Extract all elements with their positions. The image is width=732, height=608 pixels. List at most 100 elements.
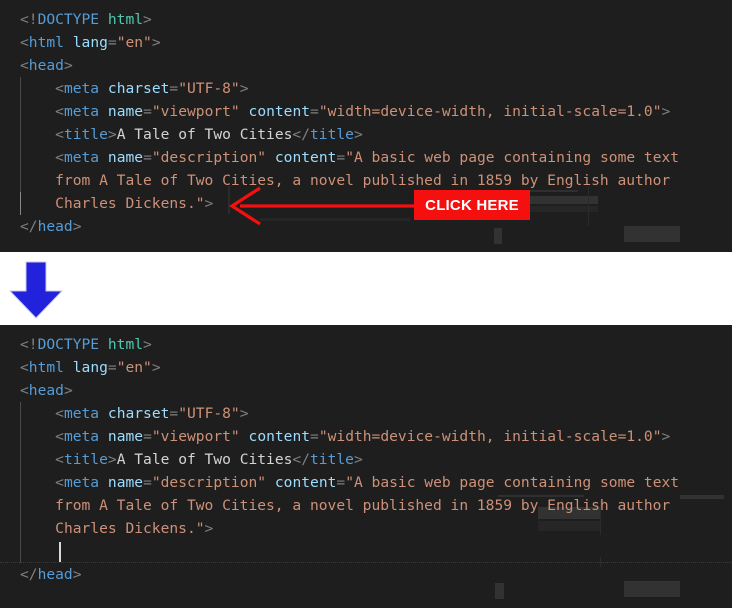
code-token: Charles Dickens." (55, 195, 205, 212)
code-token: name (107, 149, 144, 166)
code-token: meta (63, 80, 100, 97)
code-token: head (37, 218, 73, 235)
code-token: < (55, 149, 64, 166)
code-token: A Tale of Two Cities (116, 451, 293, 468)
code-token: html (107, 336, 144, 353)
code-token: "description" (151, 149, 267, 166)
code-token: </ (292, 451, 310, 468)
code-token: < (20, 359, 29, 376)
code-token: "width=device-width, initial-scale=1.0" (318, 428, 662, 445)
code-line[interactable]: <head> (0, 54, 732, 77)
code-token: = (169, 80, 179, 97)
code-token: > (151, 359, 161, 376)
code-token: "A basic web page containing some text (345, 474, 680, 491)
code-token: < (55, 405, 64, 422)
code-token: meta (63, 103, 100, 120)
code-token: meta (63, 474, 100, 491)
code-token: lang (72, 34, 108, 51)
code-line[interactable] (0, 540, 732, 563)
code-token: < (55, 428, 64, 445)
code-token: </ (20, 218, 38, 235)
code-line[interactable]: <meta name="description" content="A basi… (0, 471, 732, 494)
code-line[interactable]: Charles Dickens."> (0, 517, 732, 540)
code-line[interactable]: <meta charset="UTF-8"> (0, 402, 732, 425)
code-line[interactable]: <head> (0, 379, 732, 402)
code-token: title (310, 126, 354, 143)
code-token: > (107, 451, 117, 468)
click-here-badge[interactable]: CLICK HERE (414, 190, 530, 220)
code-token: head (28, 57, 64, 74)
code-line[interactable]: </head> (0, 563, 732, 586)
code-token: = (336, 474, 346, 491)
code-token: html (107, 11, 144, 28)
code-token: > (353, 126, 363, 143)
code-token: "en" (116, 34, 152, 51)
code-token: = (107, 34, 117, 51)
code-token: = (310, 428, 319, 445)
code-token: <! (20, 336, 38, 353)
code-token: "A basic web page containing some text (345, 149, 680, 166)
code-token: meta (63, 428, 100, 445)
code-token: name (107, 103, 144, 120)
code-line[interactable]: <title>A Tale of Two Cities</title> (0, 123, 732, 146)
code-token: name (107, 474, 144, 491)
code-token: < (20, 34, 29, 51)
code-token: lang (72, 359, 108, 376)
code-line[interactable]: <!DOCTYPE html> (0, 333, 732, 356)
code-token: = (143, 428, 152, 445)
code-token: = (169, 405, 179, 422)
code-token: A Tale of Two Cities (116, 126, 293, 143)
step-separator (0, 252, 732, 325)
code-token: < (55, 126, 64, 143)
code-line[interactable]: <!DOCTYPE html> (0, 8, 732, 31)
code-line[interactable]: <meta name="viewport" content="width=dev… (0, 425, 732, 448)
code-token: > (143, 336, 152, 353)
code-token: "UTF-8" (178, 80, 240, 97)
code-token: = (143, 474, 152, 491)
code-token: head (28, 382, 64, 399)
code-token: title (63, 126, 108, 143)
code-token: content (248, 428, 311, 445)
code-token: content (248, 103, 311, 120)
code-token: < (55, 103, 64, 120)
code-token: > (151, 34, 161, 51)
code-token: DOCTYPE (37, 336, 100, 353)
code-token: DOCTYPE (37, 11, 100, 28)
code-line[interactable]: <meta name="viewport" content="width=dev… (0, 100, 732, 123)
text-cursor (59, 542, 61, 562)
code-token: meta (63, 405, 100, 422)
code-token: > (239, 80, 249, 97)
code-line[interactable]: <html lang="en"> (0, 31, 732, 54)
code-token: "viewport" (151, 103, 240, 120)
code-token: > (204, 520, 214, 537)
code-line[interactable]: <html lang="en"> (0, 356, 732, 379)
code-token: title (310, 451, 354, 468)
code-content[interactable]: <!DOCTYPE html> <html lang="en"> <head> <m… (0, 325, 732, 608)
code-line[interactable]: <meta name="description" content="A basi… (0, 146, 732, 169)
step-down-arrow-icon (8, 261, 64, 319)
code-line[interactable]: <title>A Tale of Two Cities</title> (0, 448, 732, 471)
code-line[interactable]: <meta charset="UTF-8"> (0, 77, 732, 100)
code-editor-after[interactable]: <!DOCTYPE html> <html lang="en"> <head> <m… (0, 325, 732, 608)
code-token: "width=device-width, initial-scale=1.0" (318, 103, 662, 120)
code-line[interactable]: from A Tale of Two Cities, a novel publi… (0, 494, 732, 517)
code-token: Charles Dickens." (55, 520, 205, 537)
code-token: > (107, 126, 117, 143)
code-token: meta (63, 149, 100, 166)
code-token: = (143, 149, 152, 166)
code-token: </ (292, 126, 310, 143)
code-token: content (274, 474, 337, 491)
code-token: html (28, 359, 64, 376)
